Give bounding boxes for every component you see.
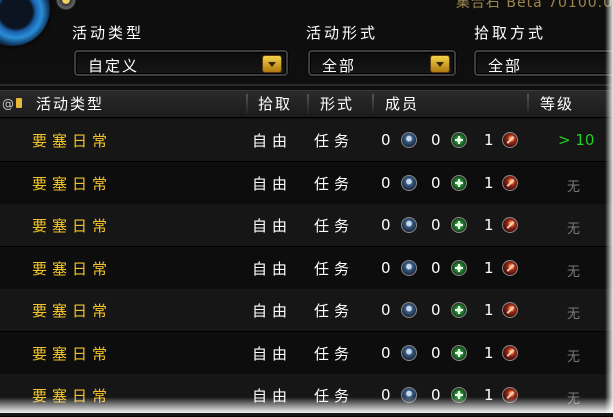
header-separator: [307, 94, 309, 114]
level-requirement: 无: [567, 222, 581, 237]
dps-count: 1: [484, 216, 494, 234]
portrait-ring-icon: [0, 0, 50, 46]
level-requirement: 无: [567, 307, 581, 322]
healer-cross-icon: [451, 217, 467, 233]
activity-type: 要塞日常: [32, 217, 113, 235]
activity-type: 要塞日常: [32, 175, 113, 193]
sword-icon: [502, 217, 518, 233]
sword-icon: [502, 345, 518, 361]
dropdown-arrow-icon[interactable]: [430, 55, 450, 73]
healer-cross-icon: [451, 302, 467, 318]
shield-icon: [401, 132, 417, 148]
header-separator: [527, 94, 529, 114]
filter-label-activity-form: 活动形式: [306, 24, 379, 42]
healer-cross-icon: [451, 132, 467, 148]
activity-type: 要塞日常: [32, 132, 113, 150]
sword-icon: [502, 175, 518, 191]
activity-form: 任务: [314, 132, 355, 150]
healer-count: 0: [431, 344, 441, 362]
healer-cross-icon: [451, 345, 467, 361]
header-activity-type[interactable]: 活动类型: [36, 91, 104, 117]
level-requirement: 无: [567, 180, 581, 195]
divider: [0, 84, 613, 86]
table-row[interactable]: 要塞日常 自由 任务 0 0 1 > 10: [0, 119, 613, 162]
tank-count: 0: [381, 131, 391, 149]
loot-method: 自由: [252, 217, 293, 235]
healer-count: 0: [431, 301, 441, 319]
tank-count: 0: [381, 301, 391, 319]
screenshot-edge: [0, 397, 613, 413]
gem-icon: [56, 0, 76, 10]
loot-method: 自由: [252, 132, 293, 150]
dps-count: 1: [484, 174, 494, 192]
loot-method: 自由: [252, 260, 293, 278]
level-requirement: 无: [567, 350, 581, 365]
activity-form-dropdown[interactable]: 全部: [308, 50, 456, 76]
dropdown-arrow-icon[interactable]: [262, 55, 282, 73]
loot-method-dropdown[interactable]: 全部: [474, 50, 613, 76]
shield-icon: [401, 302, 417, 318]
activity-form: 任务: [314, 217, 355, 235]
tank-count: 0: [381, 344, 391, 362]
healer-count: 0: [431, 174, 441, 192]
dps-count: 1: [484, 131, 494, 149]
screenshot-edge: [605, 0, 613, 413]
table-header: @ 活动类型 拾取 形式 成员 等级: [0, 90, 613, 118]
activity-form: 任务: [314, 175, 355, 193]
group-finder-window: 集合石 Beta 70100.0 活动类型 活动形式 拾取方式 自定义 全部 全…: [0, 0, 613, 417]
header-separator: [246, 94, 248, 114]
table-row[interactable]: 要塞日常 自由 任务 0 0 1 无: [0, 247, 613, 290]
healer-count: 0: [431, 259, 441, 277]
healer-count: 0: [431, 131, 441, 149]
dps-count: 1: [484, 301, 494, 319]
healer-cross-icon: [451, 260, 467, 276]
dps-count: 1: [484, 259, 494, 277]
header-form[interactable]: 形式: [320, 91, 354, 117]
shield-icon: [401, 260, 417, 276]
shield-icon: [401, 345, 417, 361]
shield-icon: [401, 217, 417, 233]
dropdown-value: 全部: [322, 57, 357, 75]
loot-method: 自由: [252, 345, 293, 363]
activity-type: 要塞日常: [32, 345, 113, 363]
table-row[interactable]: 要塞日常 自由 任务 0 0 1 无: [0, 162, 613, 205]
tank-count: 0: [381, 259, 391, 277]
activity-form: 任务: [314, 302, 355, 320]
healer-cross-icon: [451, 175, 467, 191]
dps-count: 1: [484, 344, 494, 362]
filter-label-loot-method: 拾取方式: [474, 24, 547, 42]
sort-icon[interactable]: @: [2, 91, 22, 117]
loot-method: 自由: [252, 302, 293, 320]
table-row[interactable]: 要塞日常 自由 任务 0 0 1 无: [0, 332, 613, 375]
table-row[interactable]: 要塞日常 自由 任务 0 0 1 无: [0, 204, 613, 247]
table-row[interactable]: 要塞日常 自由 任务 0 0 1 无: [0, 289, 613, 332]
tank-count: 0: [381, 174, 391, 192]
activity-type: 要塞日常: [32, 302, 113, 320]
activity-type-dropdown[interactable]: 自定义: [74, 50, 288, 76]
header-members[interactable]: 成员: [385, 91, 419, 117]
activity-form: 任务: [314, 345, 355, 363]
level-requirement: 无: [567, 265, 581, 280]
activity-form: 任务: [314, 260, 355, 278]
shield-icon: [401, 175, 417, 191]
header-loot[interactable]: 拾取: [258, 91, 292, 117]
dropdown-value: 自定义: [88, 57, 140, 75]
header-level[interactable]: 等级: [540, 91, 574, 117]
sword-icon: [502, 302, 518, 318]
dropdown-value: 全部: [488, 57, 523, 75]
sword-icon: [502, 260, 518, 276]
level-requirement: > 10: [558, 131, 595, 149]
window-title: 集合石 Beta 70100.0: [455, 0, 613, 11]
tank-count: 0: [381, 216, 391, 234]
sword-icon: [502, 132, 518, 148]
filter-label-activity-type: 活动类型: [72, 24, 145, 42]
healer-count: 0: [431, 216, 441, 234]
activity-type: 要塞日常: [32, 260, 113, 278]
header-separator: [372, 94, 374, 114]
loot-method: 自由: [252, 175, 293, 193]
